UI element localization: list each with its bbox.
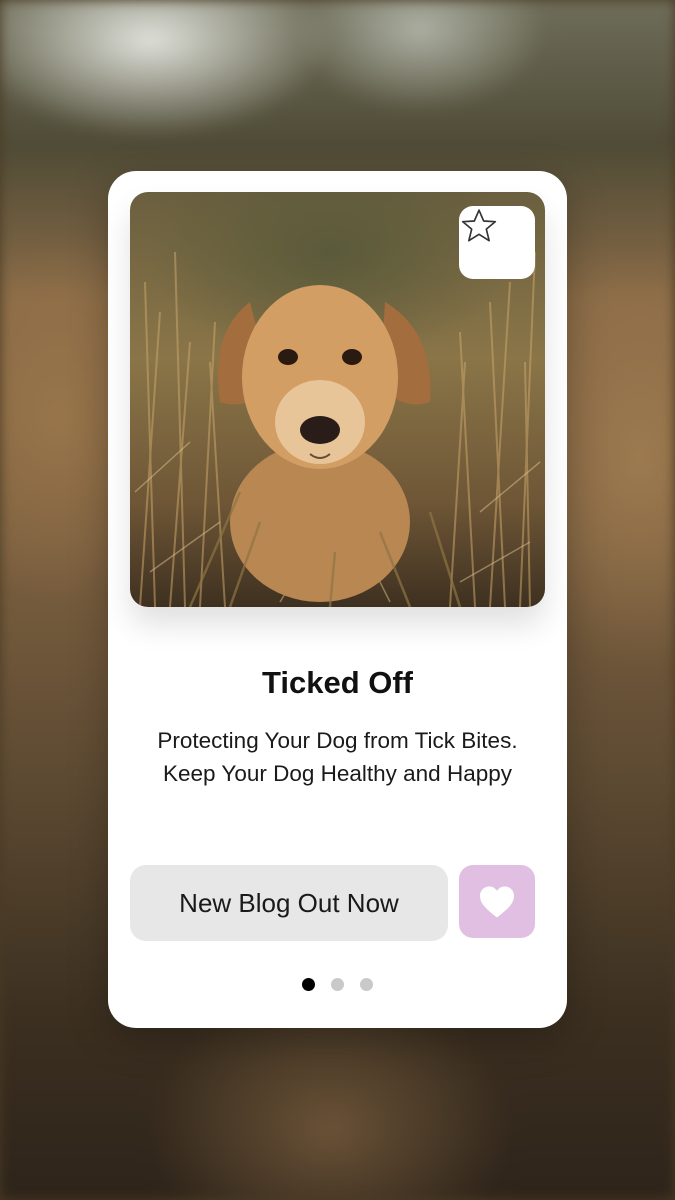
pagination-dots xyxy=(108,978,567,991)
star-outline-icon xyxy=(461,209,497,242)
subtitle-line: Protecting Your Dog from Tick Bites. xyxy=(157,728,518,753)
new-blog-button[interactable]: New Blog Out Now xyxy=(130,865,448,941)
subtitle-line: Keep Your Dog Healthy and Happy xyxy=(162,761,512,786)
heart-icon xyxy=(480,886,514,917)
favorite-button[interactable] xyxy=(459,206,535,279)
blog-card: Ticked Off Protecting Your Dog from Tick… xyxy=(108,171,567,1028)
post-title: Ticked Off xyxy=(261,665,414,700)
page-dot-2[interactable] xyxy=(331,978,344,991)
page-dot-1[interactable] xyxy=(302,978,315,991)
page-dot-3[interactable] xyxy=(360,978,373,991)
like-button[interactable] xyxy=(459,865,535,938)
dog-photo xyxy=(130,192,545,607)
post-subtitle: Protecting Your Dog from Tick Bites. Kee… xyxy=(108,724,567,790)
